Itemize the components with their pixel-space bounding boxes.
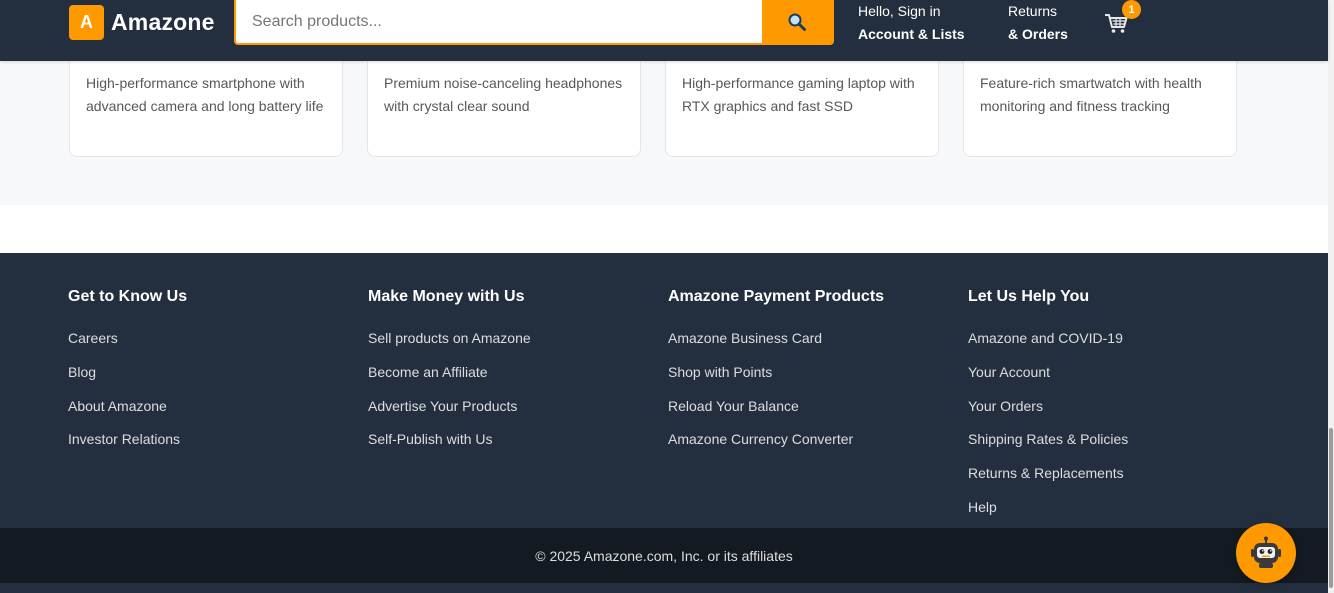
footer-link[interactable]: Reload Your Balance [668, 398, 884, 415]
footer-column-title: Make Money with Us [368, 288, 525, 305]
footer-link[interactable]: Careers [68, 330, 187, 347]
scrollbar-thumb[interactable] [1329, 428, 1333, 588]
logo-text: Amazone [111, 9, 215, 35]
returns-orders-link[interactable]: Returns & Orders [1008, 0, 1068, 46]
logo[interactable]: A Amazone [69, 5, 215, 40]
footer-link[interactable]: Become an Affiliate [368, 364, 531, 381]
footer-link-list: Amazone and COVID-19 Your Account Your O… [968, 330, 1128, 516]
footer-link[interactable]: Amazone Business Card [668, 330, 884, 347]
search-bar [234, 0, 834, 45]
account-lists-link[interactable]: Hello, Sign in Account & Lists [858, 0, 965, 46]
footer-link[interactable]: Amazone and COVID-19 [968, 330, 1128, 347]
footer-copyright-bar: © 2025 Amazone.com, Inc. or its affiliat… [0, 528, 1328, 583]
footer-link[interactable]: Self-Publish with Us [368, 431, 531, 448]
copyright-text: © 2025 Amazone.com, Inc. or its affiliat… [535, 547, 793, 564]
footer-link[interactable]: Your Account [968, 364, 1128, 381]
footer-link[interactable]: Sell products on Amazone [368, 330, 531, 347]
footer-link[interactable]: About Amazone [68, 398, 187, 415]
account-greeting: Hello, Sign in [858, 3, 941, 19]
search-button[interactable] [762, 0, 832, 43]
footer-bottom-edge [0, 583, 1328, 593]
footer-link-list: Careers Blog About Amazone Investor Rela… [68, 330, 187, 448]
footer-column-make-money: Make Money with Us Sell products on Amaz… [368, 288, 531, 465]
footer-link[interactable]: Help [968, 499, 1128, 516]
footer-link[interactable]: Investor Relations [68, 431, 187, 448]
cart-button[interactable]: 1 [1103, 0, 1141, 40]
footer-column-title: Let Us Help You [968, 288, 1090, 305]
robot-icon [1251, 536, 1281, 568]
footer-column-title: Get to Know Us [68, 288, 188, 305]
cart-count-badge: 1 [1122, 0, 1141, 19]
orders-label: & Orders [1008, 26, 1068, 42]
site-header: A Amazone Hello, Sign in Account & Lists… [0, 0, 1328, 61]
returns-label: Returns [1008, 3, 1058, 19]
footer-column-help: Let Us Help You Amazone and COVID-19 You… [968, 288, 1128, 533]
product-description: Feature-rich smartwatch with health moni… [980, 75, 1202, 114]
footer-link[interactable]: Returns & Replacements [968, 465, 1128, 482]
product-grid: High-performance smartphone with advance… [0, 41, 1328, 205]
footer-link-list: Sell products on Amazone Become an Affil… [368, 330, 531, 448]
footer-column-payment-products: Amazone Payment Products Amazone Busines… [668, 288, 884, 465]
search-input[interactable] [236, 0, 762, 43]
product-description: High-performance smartphone with advance… [86, 75, 324, 114]
footer-link[interactable]: Shipping Rates & Policies [968, 431, 1128, 448]
account-label: Account & Lists [858, 26, 965, 42]
product-description: Premium noise-canceling headphones with … [384, 75, 623, 114]
footer-link[interactable]: Shop with Points [668, 364, 884, 381]
footer-link[interactable]: Amazone Currency Converter [668, 431, 884, 448]
product-description: High-performance gaming laptop with RTX … [682, 75, 915, 114]
footer-link-list: Amazone Business Card Shop with Points R… [668, 330, 884, 448]
footer-link[interactable]: Advertise Your Products [368, 398, 531, 415]
site-footer: Get to Know Us Careers Blog About Amazon… [0, 253, 1328, 528]
page-scrollbar[interactable] [1328, 0, 1334, 593]
footer-column-get-to-know-us: Get to Know Us Careers Blog About Amazon… [68, 288, 187, 465]
footer-link[interactable]: Your Orders [968, 398, 1128, 415]
logo-icon: A [69, 5, 104, 40]
search-icon [788, 13, 806, 31]
footer-link[interactable]: Blog [68, 364, 187, 381]
chatbot-button[interactable] [1236, 523, 1296, 583]
footer-column-title: Amazone Payment Products [668, 288, 885, 305]
